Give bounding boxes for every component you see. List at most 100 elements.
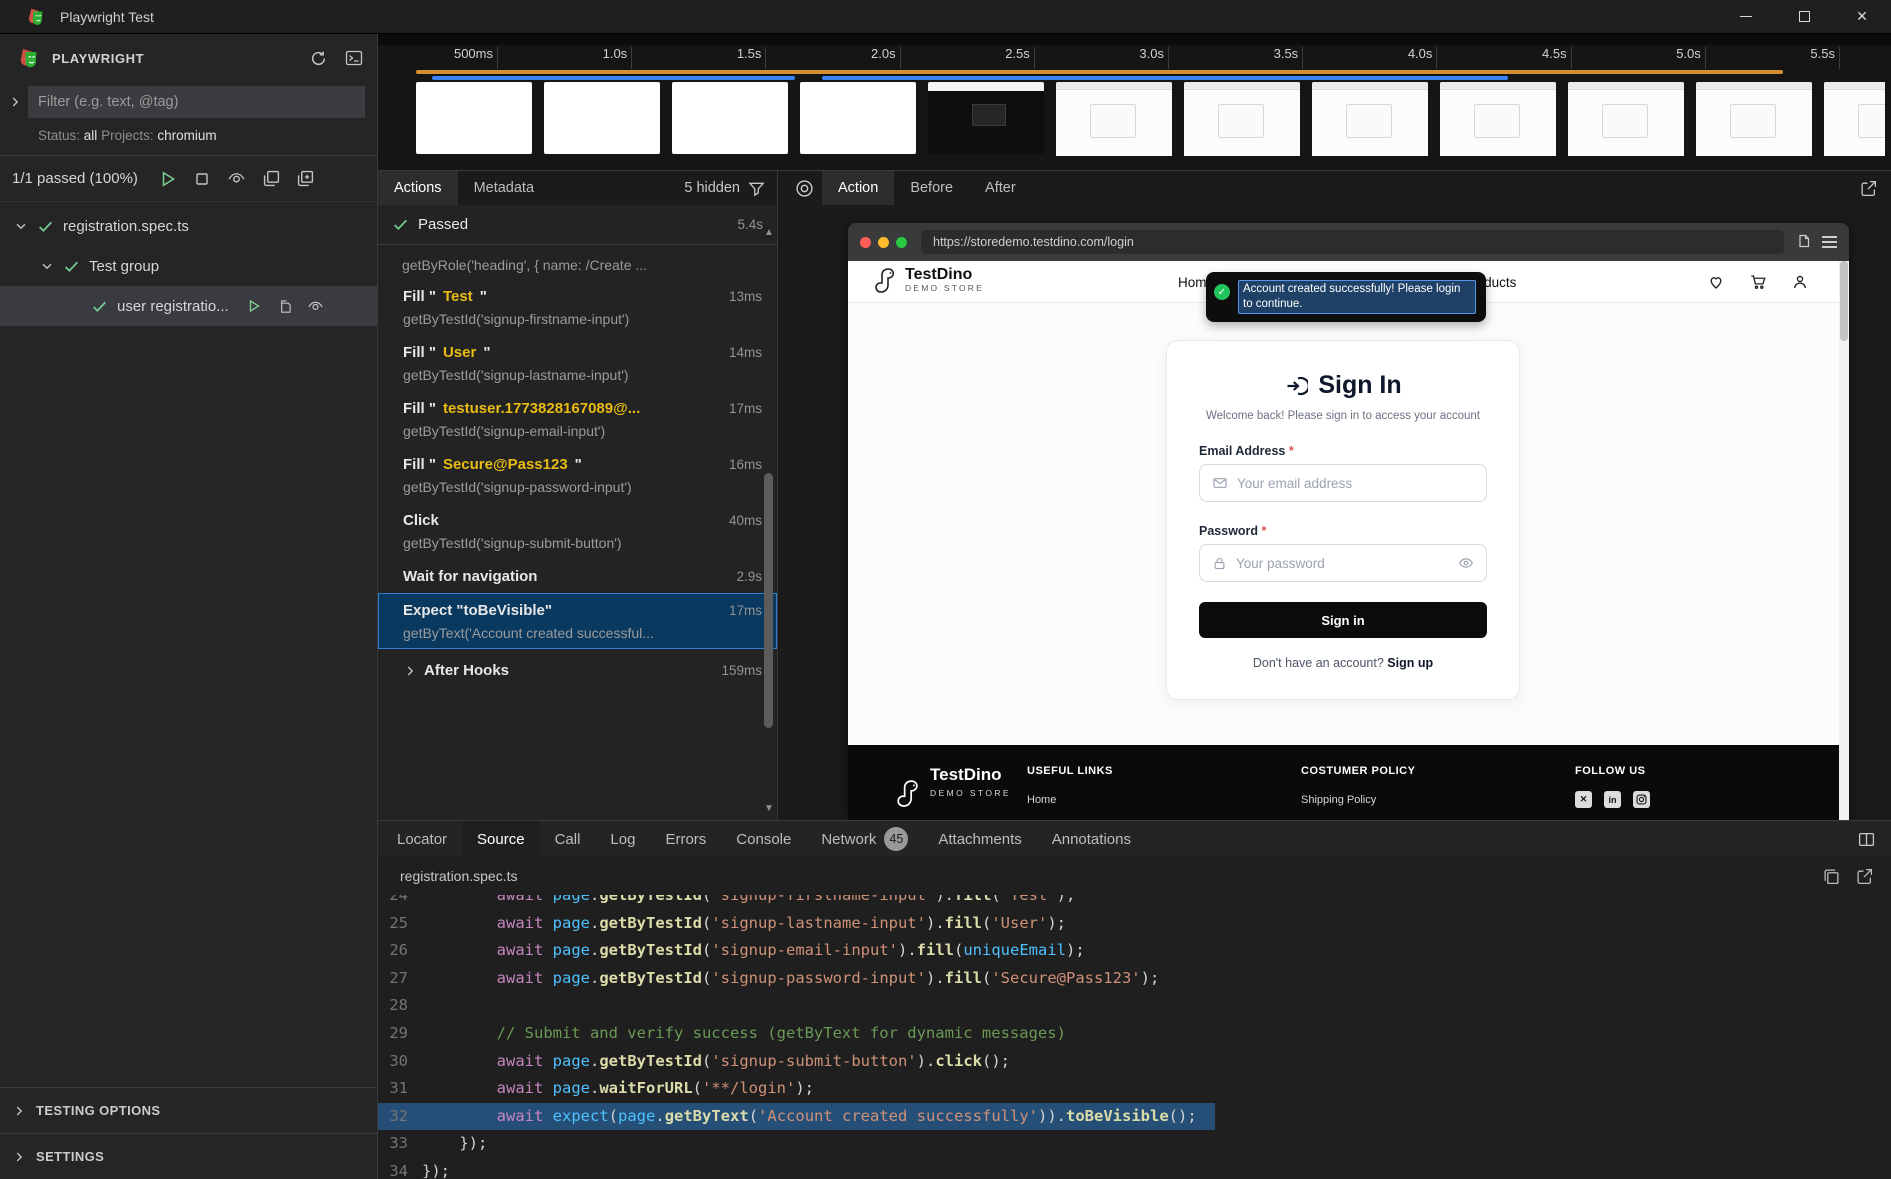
page-scrollbar[interactable]	[1839, 261, 1849, 820]
film-thumbnail[interactable]	[1824, 82, 1885, 156]
tab-errors[interactable]: Errors	[650, 821, 721, 857]
copy-icon[interactable]	[277, 298, 292, 315]
instagram-icon[interactable]	[1633, 791, 1650, 808]
sidebar-test-item[interactable]: registration.spec.ts	[0, 206, 377, 246]
film-thumbnail[interactable]	[544, 82, 660, 154]
run-icon[interactable]	[246, 298, 262, 315]
code-token: (	[954, 941, 963, 959]
sidebar-section-settings[interactable]: SETTINGS	[0, 1133, 377, 1179]
sidebar-test-item[interactable]: Test group	[0, 246, 377, 286]
account-user-icon[interactable]	[1791, 273, 1809, 291]
stop-icon[interactable]	[194, 171, 210, 187]
tab-annotations[interactable]: Annotations	[1037, 821, 1146, 857]
password-field[interactable]	[1199, 544, 1487, 582]
copy-source-icon[interactable]	[1823, 868, 1840, 885]
code-token	[422, 1052, 497, 1070]
watch-mode-icon[interactable]	[227, 169, 246, 188]
actions-scrollbar[interactable]: ▲ ▼	[762, 211, 776, 820]
maximize-button[interactable]	[1775, 0, 1833, 33]
test-status-row[interactable]: Passed5.4s	[378, 205, 777, 245]
action-item[interactable]: Fill "User"14msgetByTestId('signup-lastn…	[378, 335, 777, 391]
show-password-eye-icon[interactable]	[1458, 555, 1474, 571]
status-value[interactable]: all	[84, 128, 98, 143]
timeline[interactable]: 500ms1.0s1.5s2.0s2.5s3.0s3.5s4.0s4.5s5.0…	[378, 34, 1891, 171]
action-item[interactable]: After Hooks159ms	[378, 649, 777, 687]
scroll-down-icon[interactable]: ▼	[762, 803, 776, 814]
email-field[interactable]	[1199, 464, 1487, 502]
cart-icon[interactable]	[1749, 273, 1767, 291]
tab-action[interactable]: Action	[822, 171, 894, 205]
tab-log[interactable]: Log	[595, 821, 650, 857]
email-input[interactable]	[1237, 476, 1474, 491]
sidebar-section-testing-options[interactable]: TESTING OPTIONS	[0, 1087, 377, 1133]
tab-actions[interactable]: Actions	[378, 171, 458, 205]
tab-source[interactable]: Source	[462, 821, 540, 857]
action-title-part: Fill "	[403, 456, 436, 473]
film-thumbnail[interactable]	[928, 82, 1044, 154]
page-scrollbar-thumb[interactable]	[1840, 261, 1848, 341]
projects-label: Projects:	[101, 128, 154, 143]
x-icon[interactable]: ✕	[1575, 791, 1592, 808]
signin-submit-button[interactable]: Sign in	[1199, 602, 1487, 638]
tab-metadata[interactable]: Metadata	[458, 171, 550, 205]
minimize-button[interactable]	[1717, 0, 1775, 33]
action-item[interactable]: Fill "testuser.1773828167089@...17msgetB…	[378, 391, 777, 447]
scrollbar-thumb[interactable]	[764, 473, 773, 728]
status-row: Status: all Projects: chromium	[0, 126, 377, 156]
film-thumbnail[interactable]	[416, 82, 532, 154]
film-thumbnail[interactable]	[1312, 82, 1428, 156]
film-thumbnail[interactable]	[1440, 82, 1556, 156]
tab-console[interactable]: Console	[721, 821, 806, 857]
tab-call[interactable]: Call	[540, 821, 596, 857]
address-bar[interactable]: https://storedemo.testdino.com/login	[921, 230, 1784, 254]
film-thumbnail[interactable]	[1568, 82, 1684, 156]
tab-attachments[interactable]: Attachments	[923, 821, 1036, 857]
line-number: 31	[378, 1075, 422, 1103]
watch-icon[interactable]	[307, 298, 324, 315]
close-button[interactable]: ✕	[1833, 0, 1891, 33]
open-snapshot-external-icon[interactable]	[1860, 180, 1877, 197]
film-thumbnail[interactable]	[672, 82, 788, 154]
action-item[interactable]: Fill "Secure@Pass123"16msgetByTestId('si…	[378, 447, 777, 503]
film-thumbnail[interactable]	[1056, 82, 1172, 156]
signup-link[interactable]: Sign up	[1387, 656, 1433, 670]
refresh-icon[interactable]	[310, 49, 327, 67]
chevron-right-icon[interactable]	[8, 95, 22, 109]
footer-link[interactable]: Shipping Policy	[1301, 794, 1575, 806]
filter-input[interactable]	[28, 86, 365, 118]
tab-before[interactable]: Before	[894, 171, 969, 205]
collapse-all-icon[interactable]	[263, 170, 280, 187]
action-item[interactable]: Expect "toBeVisible"17msgetByText('Accou…	[378, 593, 777, 649]
action-item[interactable]: Click40msgetByTestId('signup-submit-butt…	[378, 503, 777, 559]
password-input[interactable]	[1236, 556, 1449, 571]
sidebar-test-item[interactable]: user registratio...	[0, 286, 377, 326]
projects-value[interactable]: chromium	[157, 128, 216, 143]
tab-after[interactable]: After	[969, 171, 1032, 205]
expand-all-icon[interactable]	[297, 170, 314, 187]
action-item[interactable]: Fill "Test"13msgetByTestId('signup-first…	[378, 279, 777, 335]
action-item[interactable]: getByRole('heading', { name: /Create ...	[378, 245, 777, 279]
tab-locator[interactable]: Locator	[382, 821, 462, 857]
required-mark: *	[1289, 444, 1294, 458]
code-token: await	[497, 1079, 544, 1097]
footer-link[interactable]: Home	[1027, 794, 1301, 806]
film-thumbnail[interactable]	[800, 82, 916, 154]
scroll-up-icon[interactable]: ▲	[762, 227, 776, 238]
wishlist-heart-icon[interactable]	[1707, 273, 1725, 291]
site-brand[interactable]: TestDino DEMO STORE	[874, 266, 984, 294]
terminal-icon[interactable]	[345, 49, 363, 67]
film-thumbnail[interactable]	[1696, 82, 1812, 156]
tab-network[interactable]: Network45	[806, 821, 923, 857]
linkedin-icon[interactable]: in	[1604, 791, 1621, 808]
split-view-icon[interactable]	[1858, 831, 1875, 848]
action-item[interactable]: Wait for navigation2.9s	[378, 559, 777, 593]
hidden-actions-filter[interactable]: 5 hidden	[684, 180, 777, 197]
run-all-icon[interactable]	[159, 170, 177, 188]
pick-locator-target-icon[interactable]	[795, 179, 814, 198]
copy-url-icon[interactable]	[1796, 234, 1810, 250]
code-token: getByTestId	[599, 914, 702, 932]
browser-menu-icon[interactable]	[1822, 236, 1837, 248]
open-in-editor-icon[interactable]	[1856, 868, 1873, 885]
code-token	[422, 895, 497, 904]
film-thumbnail[interactable]	[1184, 82, 1300, 156]
